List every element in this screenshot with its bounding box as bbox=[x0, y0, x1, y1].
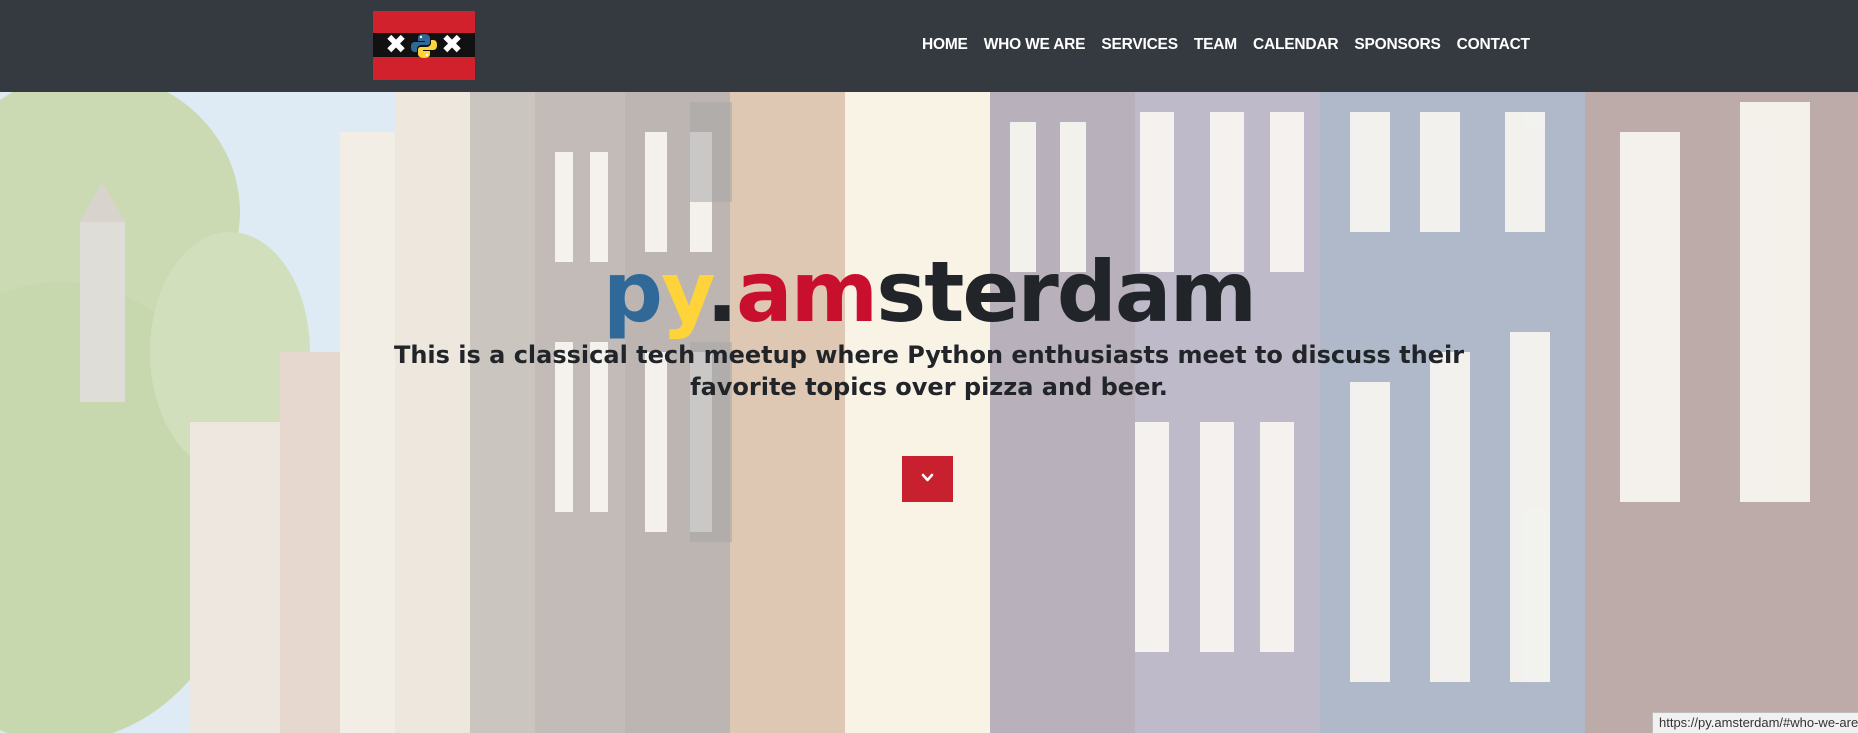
title-p: p bbox=[602, 243, 663, 341]
chevron-down-icon bbox=[921, 473, 934, 482]
scroll-down-button[interactable] bbox=[902, 456, 953, 502]
x-cross-icon: ✖ bbox=[441, 30, 463, 60]
site-logo[interactable]: ✖ ✖ bbox=[373, 11, 475, 80]
title-rest: sterdam bbox=[876, 243, 1257, 341]
nav-link-home[interactable]: HOME bbox=[914, 34, 976, 56]
navbar: ✖ ✖ HOME WHO WE ARE SERVICES TEAM CALEND… bbox=[0, 0, 1858, 92]
nav-link-calendar[interactable]: CALENDAR bbox=[1245, 34, 1346, 56]
nav-link-services[interactable]: SERVICES bbox=[1093, 34, 1186, 56]
page-title: py.amsterdam bbox=[0, 242, 1858, 342]
background-overlay bbox=[0, 92, 1858, 733]
nav-link-who-we-are[interactable]: WHO WE ARE bbox=[976, 34, 1094, 56]
hero-subtitle: This is a classical tech meetup where Py… bbox=[393, 341, 1465, 401]
status-bar-url: https://py.amsterdam/#who-we-are bbox=[1652, 712, 1858, 733]
nav-link-sponsors[interactable]: SPONSORS bbox=[1346, 34, 1448, 56]
title-y: y bbox=[661, 243, 708, 341]
nav-link-team[interactable]: TEAM bbox=[1186, 34, 1245, 56]
nav-link-contact[interactable]: CONTACT bbox=[1449, 34, 1538, 56]
python-logo-icon bbox=[411, 34, 437, 58]
hero-section: py.amsterdam This is a classical tech me… bbox=[0, 92, 1858, 733]
main-nav: HOME WHO WE ARE SERVICES TEAM CALENDAR S… bbox=[914, 34, 1538, 56]
title-am: am bbox=[736, 243, 878, 341]
x-cross-icon: ✖ bbox=[385, 30, 407, 60]
title-dot: . bbox=[706, 243, 738, 341]
